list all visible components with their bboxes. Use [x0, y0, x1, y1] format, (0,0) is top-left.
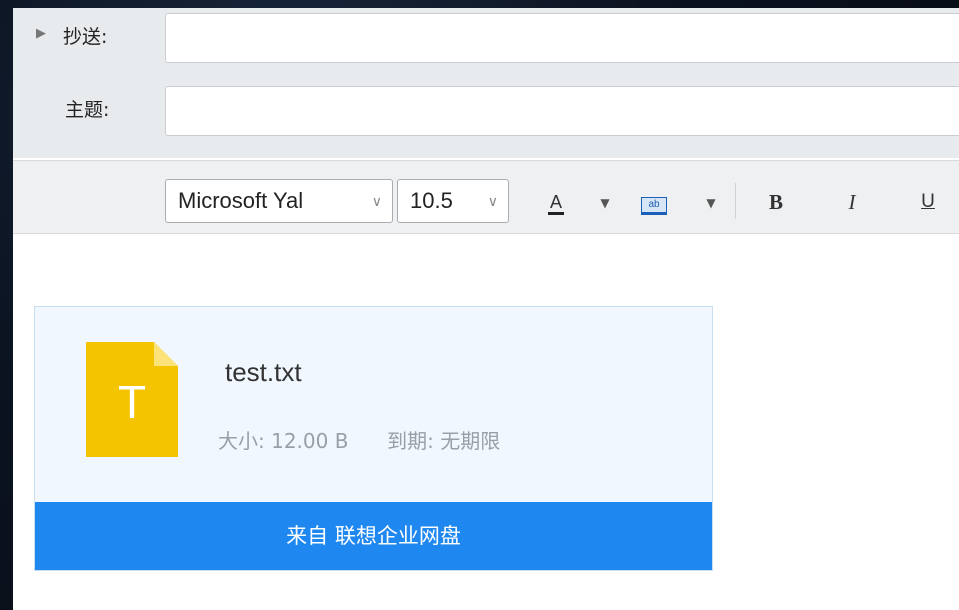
- highlight-icon: ab: [641, 197, 667, 215]
- expand-triangle-icon[interactable]: ▶: [36, 26, 46, 41]
- cc-input[interactable]: [165, 13, 959, 63]
- italic-button[interactable]: I: [837, 187, 867, 217]
- toolbar-divider: [735, 183, 736, 219]
- compose-header: ▶ 抄送: 主题:: [13, 8, 959, 158]
- highlight-color-button[interactable]: ab: [639, 187, 669, 217]
- bold-button[interactable]: B: [761, 187, 791, 217]
- subject-input[interactable]: [165, 86, 959, 136]
- attachment-card[interactable]: T test.txt 大小: 12.00 B 到期: 无期限 来自 联想企业网盘: [34, 306, 713, 571]
- file-name[interactable]: test.txt: [225, 357, 302, 388]
- format-toolbar: Microsoft Yal ∨ 10.5 ∨ A ▼ ab ▼ B I U: [13, 160, 959, 234]
- expiry-label: 到期:: [387, 429, 434, 453]
- compose-window: ▶ 抄送: 主题: Microsoft Yal ∨ 10.5 ∨ A ▼ ab …: [13, 8, 959, 610]
- message-body[interactable]: T test.txt 大小: 12.00 B 到期: 无期限 来自 联想企业网盘: [13, 234, 959, 610]
- chevron-down-icon: ∨: [487, 193, 498, 209]
- expiry-value: 无期限: [440, 429, 501, 453]
- cc-row: ▶ 抄送:: [13, 8, 959, 66]
- font-color-icon: A: [547, 192, 564, 215]
- underline-button[interactable]: U: [913, 187, 943, 217]
- file-meta: 大小: 12.00 B 到期: 无期限: [218, 425, 500, 454]
- source-link[interactable]: 来自 联想企业网盘: [35, 502, 712, 570]
- subject-row: 主题:: [13, 81, 959, 139]
- font-size-value: 10.5: [410, 188, 453, 213]
- font-color-button[interactable]: A: [541, 187, 571, 217]
- cc-label: 抄送:: [63, 26, 108, 48]
- font-family-value: Microsoft Yal: [178, 188, 304, 213]
- size-value: 12.00 B: [271, 429, 349, 453]
- size-label: 大小:: [218, 429, 265, 453]
- chevron-down-icon: ∨: [371, 193, 382, 209]
- file-type-letter: T: [118, 376, 146, 428]
- font-family-select[interactable]: Microsoft Yal ∨: [165, 179, 393, 223]
- text-file-icon: T: [86, 342, 178, 457]
- highlight-dropdown-arrow-icon[interactable]: ▼: [703, 188, 719, 218]
- subject-label: 主题:: [65, 99, 110, 121]
- font-color-dropdown-arrow-icon[interactable]: ▼: [597, 188, 613, 218]
- font-size-select[interactable]: 10.5 ∨: [397, 179, 509, 223]
